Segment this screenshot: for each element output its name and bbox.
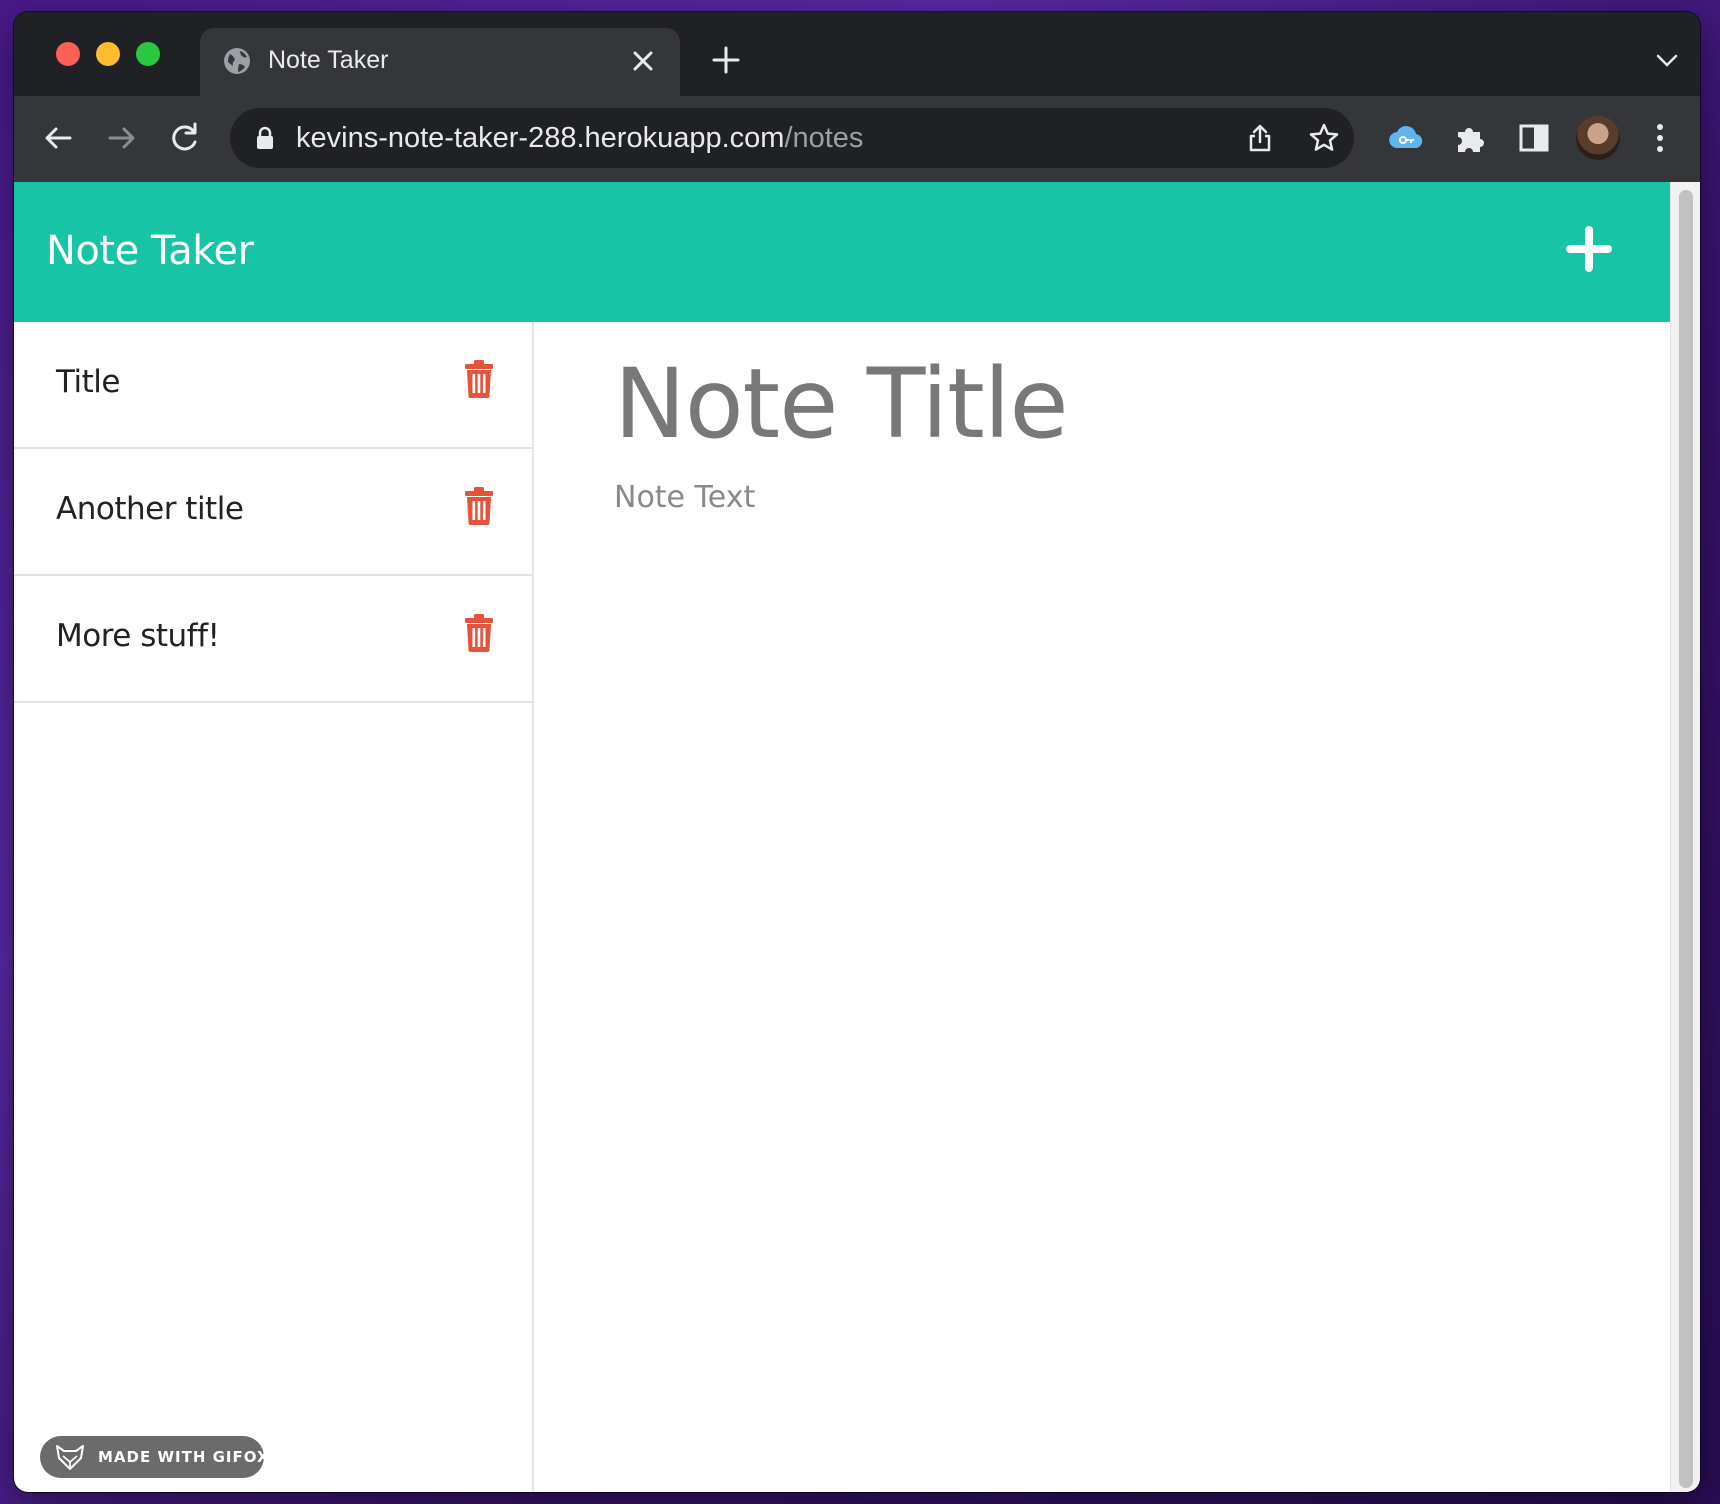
- page-scrollbar[interactable]: [1670, 182, 1700, 1492]
- chevron-down-icon[interactable]: [1654, 50, 1680, 72]
- delete-trash-icon[interactable]: [462, 360, 496, 398]
- notes-sidebar: Title Another title More stuff!: [14, 322, 534, 1492]
- extensions-puzzle-icon[interactable]: [1450, 118, 1490, 158]
- forward-arrow-icon[interactable]: [102, 118, 142, 158]
- more-menu-icon[interactable]: [1650, 118, 1670, 158]
- share-icon[interactable]: [1244, 122, 1276, 154]
- tab-title: Note Taker: [268, 46, 389, 74]
- fox-logo-icon: [56, 1445, 84, 1470]
- url-text: kevins-note-taker-288.herokuapp.com/note…: [296, 122, 863, 155]
- note-item-title: Another title: [56, 491, 244, 527]
- cloud-key-extension-icon[interactable]: [1386, 118, 1426, 158]
- close-tab-icon[interactable]: [630, 48, 656, 74]
- app-brand[interactable]: Note Taker: [46, 228, 254, 274]
- page-viewport: Note Taker Title Another title More stuf…: [14, 182, 1700, 1492]
- app-navbar: Note Taker: [14, 182, 1670, 322]
- note-list-item[interactable]: Another title: [14, 449, 532, 576]
- scrollbar-thumb[interactable]: [1679, 190, 1693, 1488]
- lock-icon[interactable]: [254, 125, 276, 151]
- globe-icon: [224, 48, 250, 74]
- url-path: /notes: [784, 122, 864, 154]
- browser-toolbar: kevins-note-taker-288.herokuapp.com/note…: [14, 96, 1700, 182]
- note-text-input[interactable]: [614, 480, 1614, 1280]
- browser-window: Note Taker kevins-note-taker-288.herokua…: [14, 12, 1700, 1492]
- close-window-button[interactable]: [56, 42, 80, 66]
- add-note-plus-icon[interactable]: [1564, 224, 1614, 274]
- address-bar[interactable]: kevins-note-taker-288.herokuapp.com/note…: [230, 108, 1354, 168]
- note-editor: [536, 322, 1670, 1492]
- note-list-item[interactable]: More stuff!: [14, 576, 532, 703]
- url-host: kevins-note-taker-288.herokuapp.com: [296, 122, 785, 154]
- new-tab-icon[interactable]: [710, 44, 742, 76]
- delete-trash-icon[interactable]: [462, 487, 496, 525]
- bookmark-star-icon[interactable]: [1308, 122, 1340, 154]
- minimize-window-button[interactable]: [96, 42, 120, 66]
- note-item-title: Title: [56, 364, 120, 400]
- note-list: Title Another title More stuff!: [14, 322, 532, 703]
- tab-bar: Note Taker: [14, 12, 1700, 96]
- gifox-label: MADE WITH GIFOX: [98, 1448, 270, 1466]
- browser-tab[interactable]: Note Taker: [200, 28, 680, 96]
- back-arrow-icon[interactable]: [38, 118, 78, 158]
- note-title-input[interactable]: [614, 348, 1614, 460]
- reload-icon[interactable]: [164, 118, 204, 158]
- zoom-window-button[interactable]: [136, 42, 160, 66]
- gifox-watermark: MADE WITH GIFOX: [40, 1436, 269, 1478]
- side-panel-icon[interactable]: [1514, 118, 1554, 158]
- profile-avatar[interactable]: [1576, 116, 1620, 160]
- note-list-item[interactable]: Title: [14, 322, 532, 449]
- note-item-title: More stuff!: [56, 618, 220, 654]
- delete-trash-icon[interactable]: [462, 614, 496, 652]
